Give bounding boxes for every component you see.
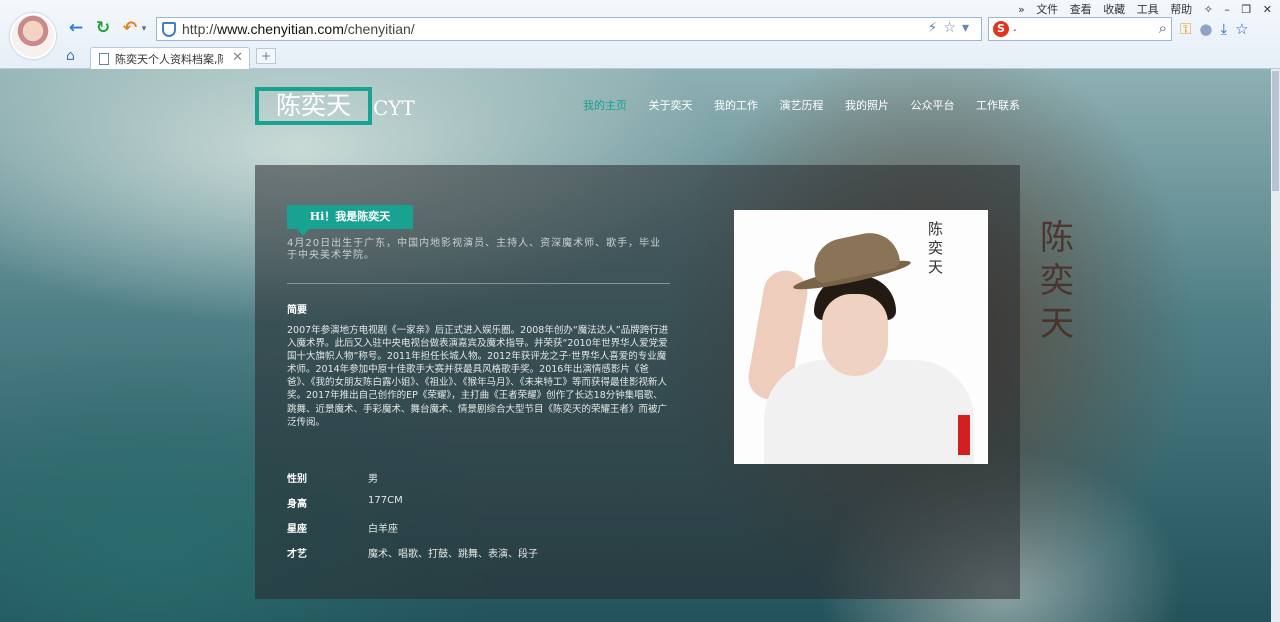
- nav-contact[interactable]: 工作联系: [976, 99, 1020, 112]
- divider: [287, 283, 670, 284]
- undo-icon[interactable]: ↶: [120, 18, 140, 38]
- menu-tools[interactable]: 工具: [1137, 3, 1159, 16]
- chat-icon[interactable]: ●: [1199, 20, 1220, 38]
- new-tab-button[interactable]: +: [256, 48, 276, 64]
- search-icon[interactable]: ⌕: [1159, 19, 1167, 37]
- search-engine-logo[interactable]: S: [993, 21, 1009, 37]
- chevron-down-icon[interactable]: ▾: [962, 20, 975, 36]
- menu-favorites[interactable]: 收藏: [1103, 3, 1125, 16]
- photo-hat: [808, 227, 902, 285]
- scrollbar-thumb[interactable]: [1272, 71, 1279, 191]
- photo-shirt-stripe: [958, 415, 970, 455]
- nav-photos[interactable]: 我的照片: [845, 99, 889, 112]
- browser-toolbar-right: ⚿●⤓☆: [1180, 20, 1257, 38]
- menu-more[interactable]: »: [1018, 3, 1025, 16]
- shirt-icon[interactable]: ✧: [1204, 3, 1213, 16]
- fact-value-talents: 魔术、唱歌、打鼓、跳舞、表演、段子: [368, 549, 538, 560]
- nav-public[interactable]: 公众平台: [911, 99, 955, 112]
- page-viewport: 陈奕天 CYT 我的主页 关于奕天 我的工作 演艺历程 我的照片 公众平台 工作…: [0, 69, 1280, 622]
- close-window-icon[interactable]: ✕: [1263, 3, 1272, 16]
- url-text[interactable]: http://www.chenyitian.com/chenyitian/: [182, 21, 415, 37]
- scrollbar[interactable]: [1271, 69, 1280, 622]
- logo-suffix: CYT: [373, 96, 415, 120]
- profile-panel: Hi！我是陈奕天 4月20日出生于广东，中国内地影视演员、主持人、资深魔术师、歌…: [255, 165, 1020, 599]
- star-icon[interactable]: ☆: [943, 20, 962, 36]
- back-icon[interactable]: ←: [66, 18, 86, 38]
- shield-icon: [162, 22, 176, 37]
- intro-text: 4月20日出生于广东，中国内地影视演员、主持人、资深魔术师、歌手，毕业于中央美术…: [287, 238, 662, 261]
- favorite-icon[interactable]: ☆: [1235, 20, 1256, 38]
- menu-help[interactable]: 帮助: [1170, 3, 1192, 16]
- site-nav: 我的主页 关于奕天 我的工作 演艺历程 我的照片 公众平台 工作联系: [583, 97, 1038, 113]
- menu-view[interactable]: 查看: [1070, 3, 1092, 16]
- fact-label-height: 身高: [287, 499, 307, 510]
- nav-home[interactable]: 我的主页: [583, 99, 627, 112]
- lightning-icon[interactable]: ⚡: [928, 20, 944, 36]
- page-icon: [99, 53, 109, 65]
- fact-value-gender: 男: [368, 474, 378, 485]
- nav-work[interactable]: 我的工作: [714, 99, 758, 112]
- browser-chrome: ← ↻ ↶ ▾ http://www.chenyitian.com/chenyi…: [0, 0, 1280, 69]
- download-icon[interactable]: ⤓: [1221, 20, 1236, 38]
- menu-bar: » 文件 查看 收藏 工具 帮助 ✧ – ❐ ✕: [1010, 1, 1272, 17]
- address-tools[interactable]: ⚡☆▾: [928, 20, 975, 36]
- refresh-icon[interactable]: ↻: [93, 18, 113, 38]
- fact-label-gender: 性别: [287, 474, 307, 485]
- site-logo[interactable]: 陈奕天: [255, 87, 372, 125]
- summary-text: 2007年参演地方电视剧《一家亲》后正式进入娱乐圈。2008年创办“魔法达人”品…: [287, 325, 669, 428]
- restore-icon[interactable]: ❐: [1241, 3, 1251, 16]
- menu-file[interactable]: 文件: [1036, 3, 1058, 16]
- search-box[interactable]: S . ⌕: [988, 17, 1172, 41]
- home-icon[interactable]: ⌂: [66, 48, 75, 64]
- nav-career[interactable]: 演艺历程: [780, 99, 824, 112]
- fact-label-zodiac: 星座: [287, 524, 307, 535]
- tab-title: 陈奕天个人资料档案,陈奕: [115, 53, 223, 66]
- profile-photo: 陈奕天: [734, 210, 988, 464]
- nav-about[interactable]: 关于奕天: [649, 99, 693, 112]
- fact-value-zodiac: 白羊座: [368, 524, 398, 535]
- greeting-badge: Hi！我是陈奕天: [287, 205, 413, 236]
- search-input[interactable]: .: [1013, 20, 1017, 34]
- fact-value-height: 177CM: [368, 495, 403, 506]
- key-icon[interactable]: ⚿: [1180, 20, 1199, 38]
- minimize-icon[interactable]: –: [1224, 3, 1230, 16]
- calligraphy-name: 陈奕天: [1040, 218, 1074, 344]
- address-bar[interactable]: http://www.chenyitian.com/chenyitian/ ⚡☆…: [156, 17, 982, 41]
- user-avatar[interactable]: [10, 13, 56, 59]
- tab-active[interactable]: 陈奕天个人资料档案,陈奕 ✕: [90, 47, 250, 69]
- photo-face: [822, 294, 888, 376]
- fact-label-talents: 才艺: [287, 549, 307, 560]
- photo-shirt: [764, 360, 974, 464]
- summary-label: 简要: [287, 305, 307, 316]
- undo-dropdown-icon[interactable]: ▾: [139, 19, 149, 39]
- photo-calligraphy: 陈奕天: [928, 220, 944, 276]
- close-icon[interactable]: ✕: [232, 50, 243, 65]
